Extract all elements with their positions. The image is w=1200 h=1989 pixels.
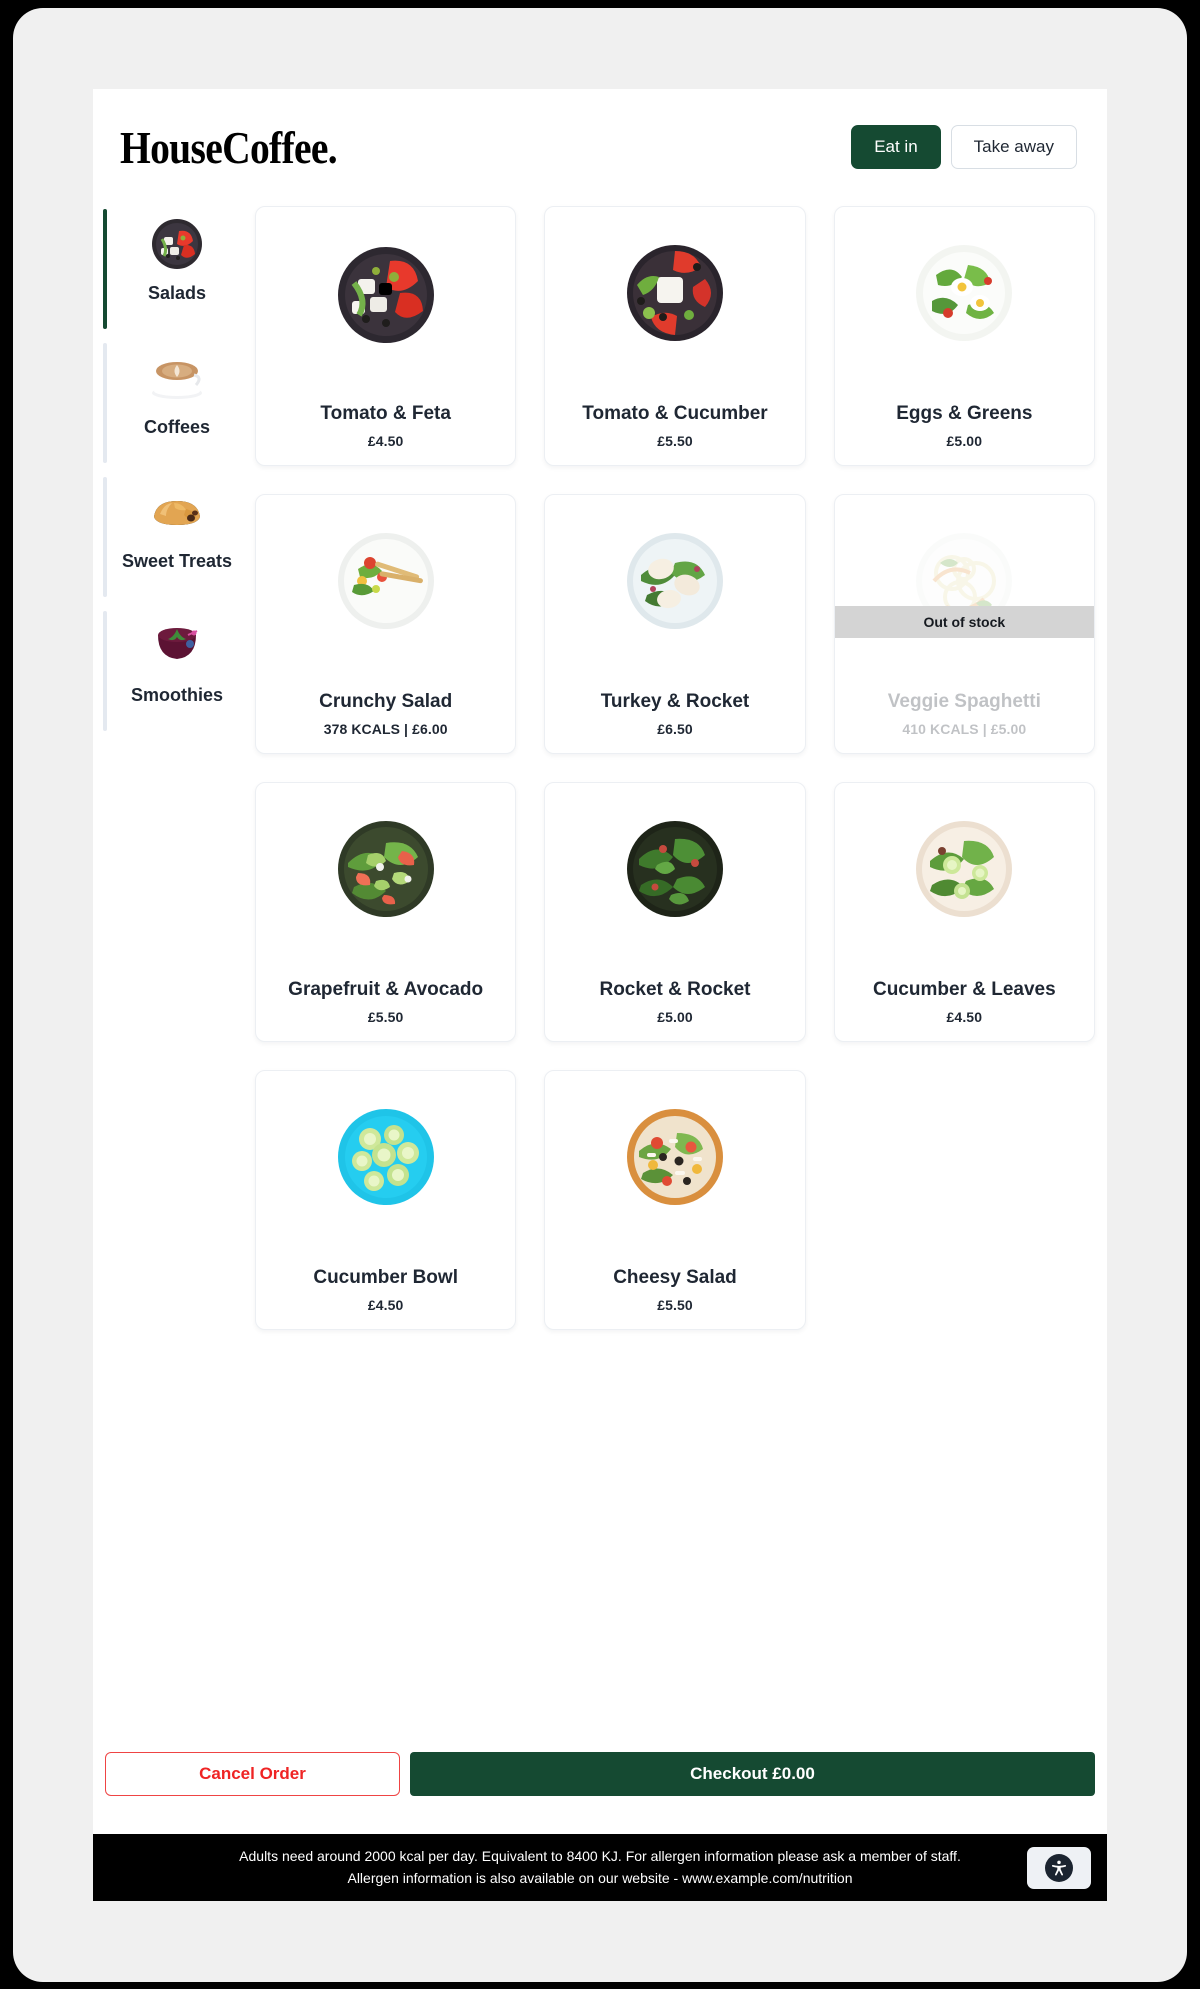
- menu-card[interactable]: Tomato & Feta £4.50: [255, 206, 517, 466]
- order-actions-bar: Cancel Order Checkout £0.00: [105, 1752, 1095, 1796]
- accessibility-button[interactable]: [1027, 1846, 1091, 1889]
- menu-card[interactable]: Tomato & Cucumber £5.50: [544, 206, 806, 466]
- kiosk-screen: HouseCoffee. Eat in Take away Salads Cof…: [93, 89, 1107, 1901]
- latte-cup-icon: [146, 345, 208, 407]
- menu-card-text: Rocket & Rocket £5.00: [555, 978, 794, 1025]
- menu-card-text: Veggie Spaghetti 410 KCALS | £5.00: [845, 690, 1084, 737]
- menu-card-title: Cucumber & Leaves: [872, 979, 1056, 1001]
- pain-au-chocolat-icon: [146, 479, 208, 541]
- turkey-rocket-plate-icon: [613, 519, 737, 643]
- menu-card[interactable]: Cucumber Bowl £4.50: [255, 1070, 517, 1330]
- menu-card-title: Grapefruit & Avocado: [288, 979, 484, 1001]
- cheesy-salad-bowl-icon: [613, 1095, 737, 1219]
- menu-card-meta: 410 KCALS | £5.00: [902, 721, 1027, 737]
- menu-card-title: Tomato & Cucumber: [582, 403, 768, 425]
- nutrition-footer: Adults need around 2000 kcal per day. Eq…: [93, 1834, 1107, 1901]
- inactive-accent-bar: [103, 611, 107, 731]
- menu-card[interactable]: Cucumber & Leaves £4.50: [833, 782, 1095, 1042]
- menu-card[interactable]: Rocket & Rocket £5.00: [544, 782, 806, 1042]
- footer-line-1: Adults need around 2000 kcal per day. Eq…: [239, 1847, 961, 1864]
- active-accent-bar: [103, 209, 107, 329]
- inactive-accent-bar: [103, 343, 107, 463]
- menu-card-title: Crunchy Salad: [319, 691, 453, 713]
- menu-card-meta: £5.50: [657, 433, 693, 449]
- salad-plate-icon: [146, 211, 208, 273]
- menu-card[interactable]: Eggs & Greens £5.00: [833, 206, 1095, 466]
- accessibility-person-icon: [1045, 1853, 1073, 1882]
- category-sidebar: Salads Coffees Sweet Treats Smoothies: [103, 205, 251, 743]
- crunchy-salad-plate-icon: [324, 519, 448, 643]
- menu-card-title: Tomato & Feta: [320, 403, 451, 425]
- menu-card-text: Crunchy Salad 378 KCALS | £6.00: [266, 690, 505, 737]
- kiosk-device-frame: HouseCoffee. Eat in Take away Salads Cof…: [13, 8, 1187, 1982]
- out-of-stock-banner: Out of stock: [834, 606, 1094, 638]
- menu-card-text: Grapefruit & Avocado £5.50: [266, 978, 505, 1025]
- menu-card-meta: £5.00: [946, 433, 983, 449]
- menu-card-meta: £6.50: [657, 721, 693, 737]
- order-mode-eat-in-button[interactable]: Eat in: [851, 124, 941, 170]
- menu-card-text: Cucumber Bowl £4.50: [266, 1266, 505, 1313]
- menu-card-title: Veggie Spaghetti: [887, 691, 1041, 713]
- sidebar-item-coffees[interactable]: Coffees: [103, 341, 251, 475]
- berry-smoothie-icon: [146, 613, 208, 675]
- menu-card[interactable]: Cheesy Salad £5.50: [544, 1070, 806, 1330]
- rocket-rocket-bowl-icon: [613, 807, 737, 931]
- brand-logo: HouseCoffee.: [120, 121, 338, 173]
- menu-card-meta: £4.50: [946, 1009, 983, 1025]
- grapefruit-avocado-bowl-icon: [324, 807, 448, 931]
- menu-card-text: Turkey & Rocket £6.50: [555, 690, 794, 737]
- menu-card-text: Tomato & Feta £4.50: [266, 402, 505, 449]
- main-content: Salads Coffees Sweet Treats Smoothies To…: [93, 205, 1107, 1330]
- sidebar-item-label: Salads: [147, 283, 207, 303]
- menu-card-text: Cucumber & Leaves £4.50: [845, 978, 1084, 1025]
- menu-card-title: Turkey & Rocket: [600, 691, 750, 713]
- app-header: HouseCoffee. Eat in Take away: [93, 89, 1107, 205]
- cucumber-bowl-icon: [324, 1095, 448, 1219]
- order-mode-toggle: Eat in Take away: [851, 124, 1077, 170]
- cancel-order-button[interactable]: Cancel Order: [105, 1752, 400, 1796]
- menu-card-title: Cucumber Bowl: [313, 1267, 458, 1289]
- menu-card-text: Tomato & Cucumber £5.50: [555, 402, 794, 449]
- footer-text-block: Adults need around 2000 kcal per day. Eq…: [109, 1846, 1091, 1889]
- menu-card-meta: £4.50: [367, 433, 404, 449]
- menu-card-out-of-stock[interactable]: Out of stock Veggie Spaghetti 410 KCALS …: [833, 494, 1095, 754]
- menu-card[interactable]: Turkey & Rocket £6.50: [544, 494, 806, 754]
- inactive-accent-bar: [103, 477, 107, 597]
- sidebar-item-label: Sweet Treats: [121, 551, 233, 571]
- menu-card-meta: £5.50: [367, 1009, 404, 1025]
- menu-card-meta: 378 KCALS | £6.00: [323, 721, 448, 737]
- sidebar-item-sweet-treats[interactable]: Sweet Treats: [103, 475, 251, 609]
- sidebar-item-label: Smoothies: [130, 685, 223, 705]
- menu-card[interactable]: Crunchy Salad 378 KCALS | £6.00: [255, 494, 517, 754]
- menu-card-title: Rocket & Rocket: [599, 979, 751, 1001]
- menu-card-meta: £4.50: [367, 1297, 404, 1313]
- menu-card-meta: £5.00: [657, 1009, 693, 1025]
- order-mode-take-away-button[interactable]: Take away: [950, 124, 1077, 170]
- tomato-feta-plate-icon: [324, 231, 448, 355]
- menu-card-text: Cheesy Salad £5.50: [555, 1266, 794, 1313]
- menu-card-title: Cheesy Salad: [613, 1267, 737, 1289]
- menu-card-meta: £5.50: [657, 1297, 693, 1313]
- menu-card[interactable]: Grapefruit & Avocado £5.50: [255, 782, 517, 1042]
- menu-grid: Tomato & Feta £4.50 Tomato & Cucumber £5…: [251, 205, 1095, 1330]
- sidebar-item-label: Coffees: [143, 417, 210, 437]
- sidebar-item-smoothies[interactable]: Smoothies: [103, 609, 251, 743]
- sidebar-item-salads[interactable]: Salads: [103, 207, 251, 341]
- eggs-greens-bowl-icon: [902, 231, 1026, 355]
- menu-card-text: Eggs & Greens £5.00: [845, 402, 1084, 449]
- menu-card-title: Eggs & Greens: [896, 403, 1033, 425]
- footer-line-2: Allergen information is also available o…: [347, 1869, 853, 1886]
- checkout-button[interactable]: Checkout £0.00: [410, 1752, 1095, 1796]
- tomato-cucumber-bowl-icon: [613, 231, 737, 355]
- cucumber-leaves-bowl-icon: [902, 807, 1026, 931]
